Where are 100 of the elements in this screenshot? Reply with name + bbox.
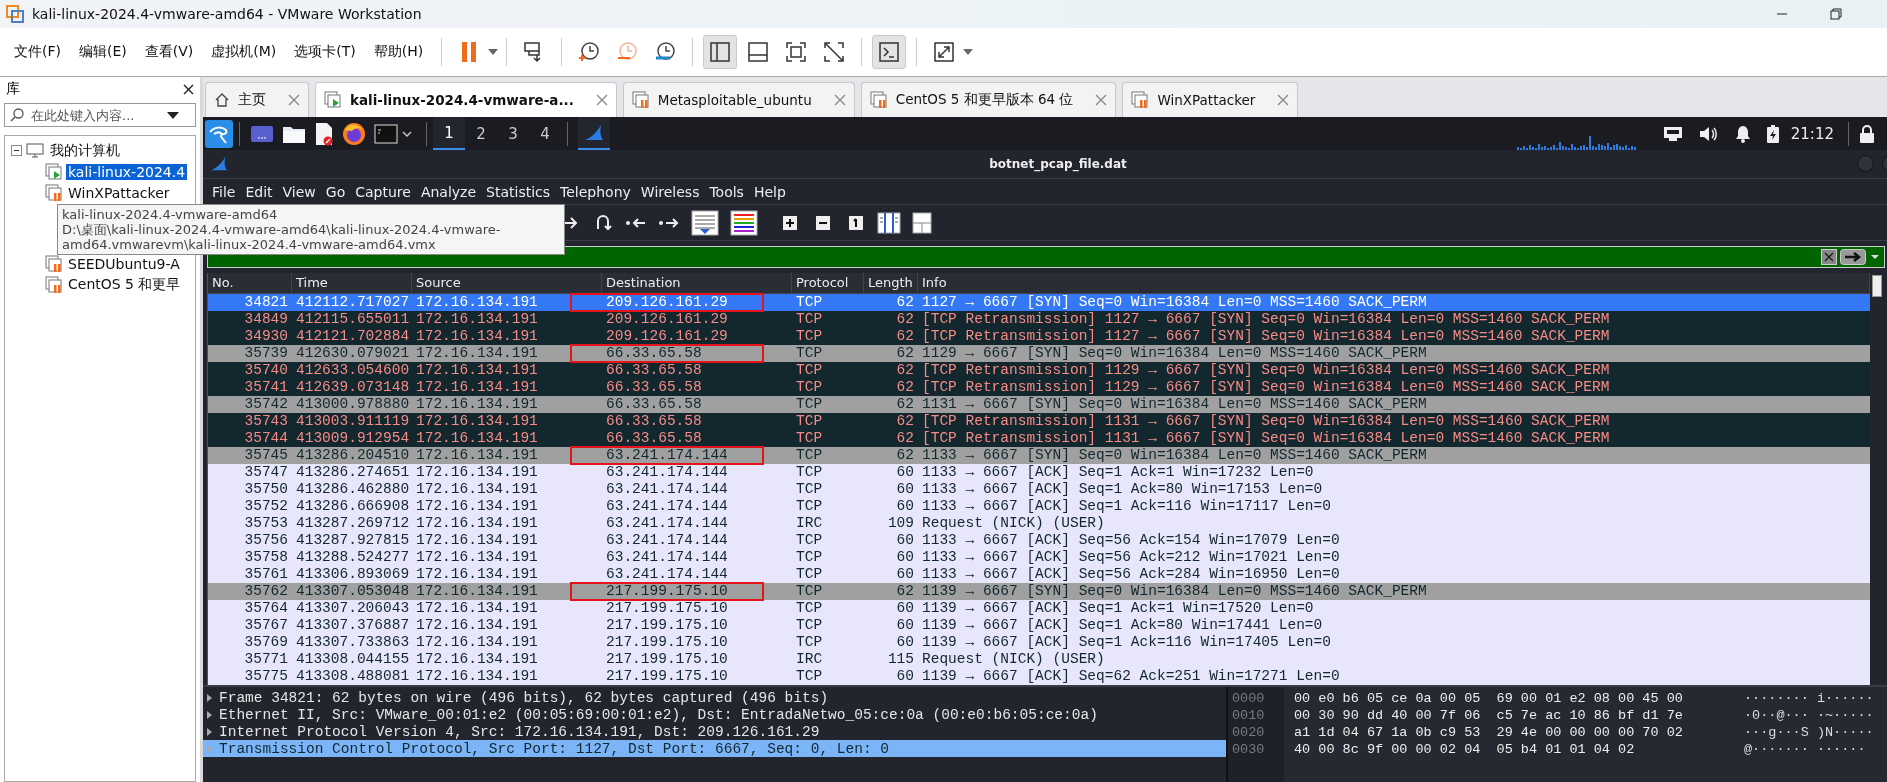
table-cell-text: TCP xyxy=(795,481,824,498)
console-icon[interactable] xyxy=(872,35,907,69)
menu-item[interactable]: 选项卡(T) xyxy=(286,39,364,65)
table-cell-text: 35750 xyxy=(243,481,289,498)
table-cell-text: 1133 → 6667 [ACK] Seq=1 Ack=1 Win=17232 Len=0 xyxy=(921,464,1315,481)
packet-row[interactable]: 35740 412633.054600 172.16.134.191 66.33.65.58 TCP 62 [TCP Retransmission] 1129 → 6667 [SYN] Seq=0 Win=16384 Len=0 MSS=1460 SACK_PERM xyxy=(208,362,1870,379)
column-header[interactable]: Time xyxy=(292,273,412,293)
offset-text: 0000 xyxy=(1231,690,1266,707)
scrollbar[interactable] xyxy=(1872,275,1882,297)
menu-item[interactable]: Help xyxy=(748,183,791,200)
packet-row[interactable]: 35771 413308.044155 172.16.134.191 217.199.175.10 IRC 115 Request (NICK) (USER) xyxy=(208,651,1870,668)
column-header[interactable]: Length xyxy=(864,273,918,293)
clear-icon[interactable] xyxy=(1821,249,1837,265)
packet-row[interactable]: 35769 413307.733863 172.16.134.191 217.199.175.10 TCP 60 1139 → 6667 [ACK] Seq=1 Ack=116 Win=17405 Len=0 xyxy=(208,634,1870,651)
menu-item[interactable]: Statistics xyxy=(481,183,556,200)
tab[interactable]: kali-linux-2024.4-vmware-a... xyxy=(315,82,617,117)
column-header[interactable]: No. xyxy=(208,273,292,293)
packet-row[interactable]: 35753 413287.269712 172.16.134.191 63.241.174.144 IRC 109 Request (NICK) (USER) xyxy=(208,515,1870,532)
panel-title: 库 xyxy=(6,80,20,98)
packet-row[interactable]: 35752 413286.666908 172.16.134.191 63.241.174.144 TCP 60 1133 → 6667 [ACK] Seq=1 Ack=116 Win=17117 Len=0 xyxy=(208,498,1870,515)
table-cell-text: TCP xyxy=(795,413,824,430)
hex-bytes: 00 30 90 dd 40 00 7f 06 c5 7e ac 10 86 bf d1 7e xyxy=(1294,707,1684,724)
menu-item[interactable]: 文件(F) xyxy=(6,39,69,65)
tree-item[interactable]: Ethernet II, Src: VMware_00:01:e2 (00:05:69:00:01:e2), Dst: EntradaNetwo_05:ce:0a (00:e0:b6:05:ce:0a) xyxy=(203,706,1226,723)
menu-item[interactable]: 查看(V) xyxy=(136,39,202,65)
packet-row[interactable]: 35767 413307.376887 172.16.134.191 217.199.175.10 TCP 60 1139 → 6667 [ACK] Seq=1 Ack=80 Win=17441 Len=0 xyxy=(208,617,1870,634)
packet-row[interactable]: 35758 413288.524277 172.16.134.191 63.241.174.144 TCP 60 1133 → 6667 [ACK] Seq=56 Ack=212 Win=17021 Len=0 xyxy=(208,549,1870,566)
tree-item[interactable]: Internet Protocol Version 4, Src: 172.16.134.191, Dst: 209.126.161.29 xyxy=(203,723,1226,740)
table-cell-text: 217.199.175.10 xyxy=(605,651,729,668)
caret-icon[interactable] xyxy=(402,130,412,137)
table-cell-text: 35745 xyxy=(243,447,289,464)
packet-row[interactable]: 35741 412639.073148 172.16.134.191 66.33.65.58 TCP 62 [TCP Retransmission] 1129 → 6667 [SYN] Seq=0 Win=16384 Len=0 MSS=1460 SACK_PERM xyxy=(208,379,1870,396)
table-cell-text: 412112.717027 xyxy=(295,294,411,311)
tab[interactable]: WinXPattacker xyxy=(1122,82,1299,117)
packet-row[interactable]: 35764 413307.206043 172.16.134.191 217.199.175.10 TCP 60 1139 → 6667 [ACK] Seq=1 Ack=1 Win=17520 Len=0 xyxy=(208,600,1870,617)
menu-item[interactable]: View xyxy=(277,183,321,200)
menu-item[interactable]: Capture xyxy=(350,183,416,200)
window-title: botnet_pcap_file.dat xyxy=(989,157,1127,171)
table-cell-text: 413307.206043 xyxy=(295,600,411,617)
table-cell-text: 1133 → 6667 [SYN] Seq=0 Win=16384 Len=0 MSS=1460 SACK_PERM xyxy=(921,447,1428,464)
menu-item[interactable]: 帮助(H) xyxy=(365,39,432,65)
packet-row[interactable]: 35743 413003.911119 172.16.134.191 66.33.65.58 TCP 62 [TCP Retransmission] 1131 → 6667 [SYN] Seq=0 Win=16384 Len=0 MSS=1460 SACK_PERM xyxy=(208,413,1870,430)
menu-item[interactable]: Edit xyxy=(240,183,278,200)
menu-item[interactable]: Analyze xyxy=(415,183,482,200)
packet-row[interactable]: 35739 412630.079021 172.16.134.191 66.33.65.58 TCP 62 1129 → 6667 [SYN] Seq=0 Win=16384 Len=0 MSS=1460 SACK_PERM xyxy=(208,345,1870,362)
column-header[interactable]: Info xyxy=(918,273,1870,293)
column-header[interactable]: Destination xyxy=(602,273,792,293)
tree-item[interactable]: Frame 34821: 62 bytes on wire (496 bits), 62 bytes captured (496 bits) xyxy=(203,689,1226,706)
menu-item[interactable]: File xyxy=(207,183,241,200)
tab[interactable]: 主页 xyxy=(205,82,309,117)
search-input[interactable]: 在此处键入内容... xyxy=(31,107,161,123)
packet-row[interactable]: 34849 412115.655011 172.16.134.191 209.126.161.29 TCP 62 [TCP Retransmission] 1127 → 6667 [SYN] Seq=0 Win=16384 Len=0 MSS=1460 SACK_PERM xyxy=(208,311,1870,328)
table-cell-text: 172.16.134.191 xyxy=(415,668,539,685)
packet-row[interactable]: 34821 412112.717027 172.16.134.191 209.126.161.29 TCP 62 1127 → 6667 [SYN] Seq=0 Win=16384 Len=0 MSS=1460 SACK_PERM xyxy=(208,294,1870,311)
column-header[interactable]: Source xyxy=(412,273,602,293)
column-header[interactable]: Protocol xyxy=(792,273,864,293)
table-cell-text: 60 xyxy=(895,600,915,617)
vm-suspended-icon xyxy=(631,91,650,109)
packet-row[interactable]: 35745 413286.204510 172.16.134.191 63.241.174.144 TCP 62 1133 → 6667 [SYN] Seq=0 Win=16384 Len=0 MSS=1460 SACK_PERM xyxy=(208,447,1870,464)
menu-item[interactable]: Tools xyxy=(704,183,749,200)
table-cell-text: 413306.893069 xyxy=(295,566,411,583)
sidebar-layout-icon[interactable] xyxy=(703,35,738,69)
tree-item[interactable]: SEEDUbuntu9-A xyxy=(66,255,182,272)
menu-item[interactable]: Go xyxy=(320,183,351,200)
search-field[interactable]: 在此处键入内容... xyxy=(4,103,196,127)
tab[interactable]: CentOS 5 和更早版本 64 位 xyxy=(860,82,1117,117)
table-cell-text: TCP xyxy=(795,294,824,311)
menu-item[interactable]: 虚拟机(M) xyxy=(203,39,285,65)
dragon-logo-icon[interactable] xyxy=(205,119,233,148)
workspace-button[interactable]: 2 xyxy=(465,117,497,150)
packet-row[interactable]: 35756 413287.927815 172.16.134.191 63.241.174.144 TCP 60 1133 → 6667 [ACK] Seq=56 Ack=154 Win=17079 Len=0 xyxy=(208,532,1870,549)
workspace-button[interactable]: 1 xyxy=(433,117,465,150)
tree-item[interactable]: kali-linux-2024.4 xyxy=(66,163,188,180)
packet-row[interactable]: 35775 413308.488081 172.16.134.191 217.199.175.10 TCP 60 1139 → 6667 [ACK] Seq=62 Ack=251 Win=17271 Len=0 xyxy=(208,668,1870,685)
close-icon[interactable] xyxy=(183,83,194,95)
packet-row[interactable]: 35750 413286.462880 172.16.134.191 63.241.174.144 TCP 60 1133 → 6667 [ACK] Seq=1 Ack=80 Win=17153 Len=0 xyxy=(208,481,1870,498)
table-cell-text: 412633.054600 xyxy=(295,362,411,379)
packet-row[interactable]: 35762 413307.053048 172.16.134.191 217.199.175.10 TCP 62 1139 → 6667 [SYN] Seq=0 Win=16384 Len=0 MSS=1460 SACK_PERM xyxy=(208,583,1870,600)
caret-icon[interactable] xyxy=(167,111,179,119)
menu-item[interactable]: 编辑(E) xyxy=(71,39,135,65)
workspace-button[interactable]: 3 xyxy=(497,117,529,150)
tree-item[interactable]: Transmission Control Protocol, Src Port: 1127, Dst Port: 6667, Seq: 0, Len: 0 xyxy=(203,740,1226,757)
packet-row[interactable]: 34930 412121.702884 172.16.134.191 209.126.161.29 TCP 62 [TCP Retransmission] 1127 → 6667 [SYN] Seq=0 Win=16384 Len=0 MSS=1460 SACK_PERM xyxy=(208,328,1870,345)
packet-row[interactable]: 35747 413286.274651 172.16.134.191 63.241.174.144 TCP 60 1133 → 6667 [ACK] Seq=1 Ack=1 Win=17232 Len=0 xyxy=(208,464,1870,481)
table-cell-text: 217.199.175.10 xyxy=(605,600,729,617)
table-cell-text: TCP xyxy=(795,447,824,464)
workspace-button[interactable]: 4 xyxy=(529,117,561,150)
tree-item[interactable]: WinXPattacker xyxy=(66,184,172,201)
tree-item[interactable]: CentOS 5 和更早 xyxy=(66,275,183,294)
menu-item[interactable]: Wireless xyxy=(635,183,705,200)
shark-fin-icon[interactable] xyxy=(578,117,610,150)
packet-row[interactable]: 35742 413000.978880 172.16.134.191 66.33.65.58 TCP 62 1131 → 6667 [SYN] Seq=0 Win=16384 Len=0 MSS=1460 SACK_PERM xyxy=(208,396,1870,413)
tree-item[interactable]: 我的计算机 xyxy=(48,141,122,160)
restore-icon[interactable] xyxy=(1830,8,1842,20)
packet-row[interactable]: 35744 413009.912954 172.16.134.191 66.33.65.58 TCP 62 [TCP Retransmission] 1131 → 6667 [SYN] Seq=0 Win=16384 Len=0 MSS=1460 SACK_PERM xyxy=(208,430,1870,447)
menu-item[interactable]: Telephony xyxy=(555,183,636,200)
tab[interactable]: Metasploitable_ubuntu xyxy=(622,82,855,117)
collapse-icon[interactable] xyxy=(11,145,22,156)
ascii-text: @······· ······ xyxy=(1744,741,1866,758)
packet-row[interactable]: 35761 413306.893069 172.16.134.191 63.241.174.144 TCP 60 1133 → 6667 [ACK] Seq=56 Ack=284 Win=16950 Len=0 xyxy=(208,566,1870,583)
